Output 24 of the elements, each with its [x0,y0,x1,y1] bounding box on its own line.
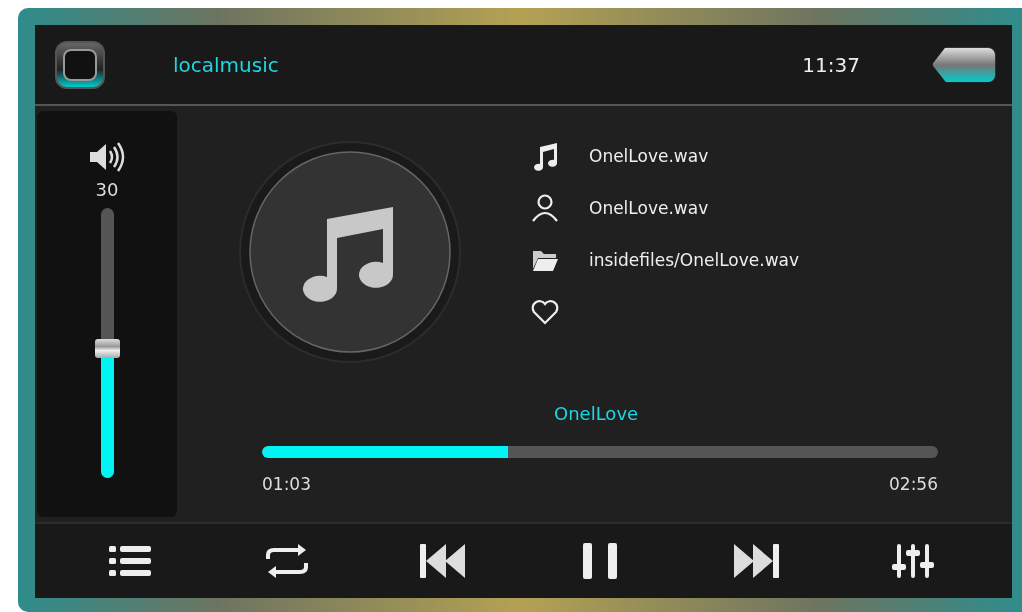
track-detail: OnelLove.wav [589,198,709,218]
volume-slider[interactable] [94,208,120,478]
total-time: 02:56 [889,474,938,494]
song-title: OnelLove [554,403,639,424]
elapsed-time: 01:03 [262,474,311,494]
playlist-button[interactable] [109,544,152,578]
heart-icon[interactable] [530,299,560,325]
slider-handle[interactable] [94,339,120,359]
equalizer-button[interactable] [891,542,934,580]
pause-button[interactable] [582,543,617,579]
back-button[interactable] [932,46,996,83]
album-art-icon [239,141,461,363]
repeat-button[interactable] [263,542,310,580]
previous-button[interactable] [420,543,467,579]
next-button[interactable] [733,543,780,579]
clock: 11:37 [802,52,860,77]
volume-value: 30 [95,179,119,200]
home-button[interactable] [55,40,105,89]
progress-bar[interactable] [262,446,938,458]
track-detail: OnelLove.wav [589,146,709,166]
person-icon [530,193,560,223]
app-title: localmusic [173,52,279,77]
track-detail: insidefiles/OnelLove.wav [589,250,800,270]
speaker-icon [88,141,126,173]
